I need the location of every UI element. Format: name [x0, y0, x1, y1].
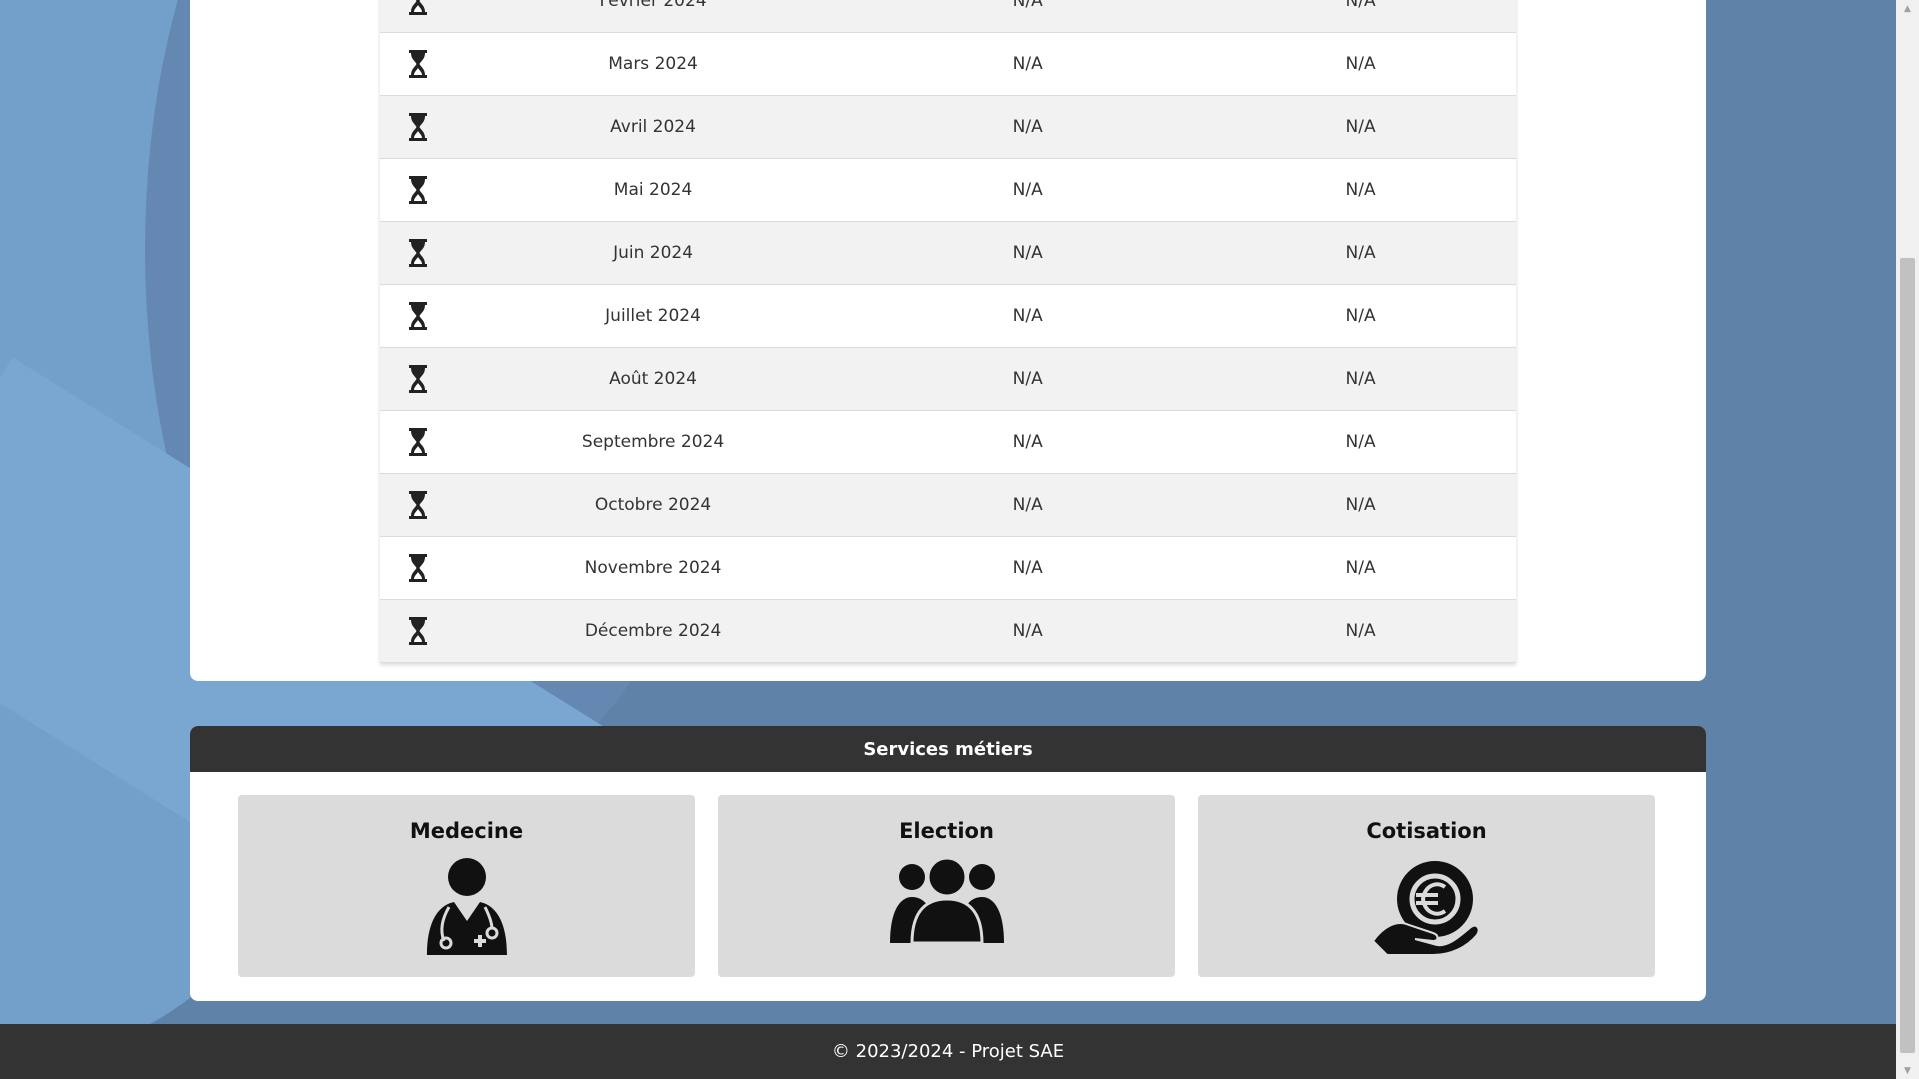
service-title: Election: [899, 819, 994, 843]
value-a-cell: N/A: [1012, 306, 1043, 326]
value-b-cell: N/A: [1345, 0, 1376, 11]
hourglass-icon: [380, 616, 456, 646]
value-b-cell: N/A: [1345, 495, 1376, 515]
month-cell: Juillet 2024: [605, 306, 701, 326]
month-cell: Décembre 2024: [584, 621, 722, 641]
footer-text: © 2023/2024 - Projet SAE: [831, 1041, 1065, 1062]
group-users-icon: [889, 857, 1004, 945]
hourglass-icon: [380, 238, 456, 268]
table-row: Août 2024 N/A N/A: [380, 348, 1516, 411]
value-b-cell: N/A: [1345, 180, 1376, 200]
value-b-cell: N/A: [1345, 117, 1376, 137]
service-title: Medecine: [409, 819, 524, 843]
month-cell: Février 2024: [599, 0, 707, 11]
value-a-cell: N/A: [1012, 180, 1043, 200]
table-row: Octobre 2024 N/A N/A: [380, 474, 1516, 537]
value-b-cell: N/A: [1345, 432, 1376, 452]
service-tile-election[interactable]: Election: [718, 795, 1175, 977]
value-b-cell: N/A: [1345, 369, 1376, 389]
service-tile-cotisation[interactable]: Cotisation: [1198, 795, 1655, 977]
hourglass-icon: [380, 175, 456, 205]
table-row: Février 2024 N/A N/A: [380, 0, 1516, 33]
value-a-cell: N/A: [1012, 558, 1043, 578]
month-cell: Juin 2024: [613, 243, 694, 263]
table-row: Mars 2024 N/A N/A: [380, 33, 1516, 96]
value-a-cell: N/A: [1012, 243, 1043, 263]
table-row: Décembre 2024 N/A N/A: [380, 600, 1516, 663]
value-a-cell: N/A: [1012, 369, 1043, 389]
scrollbar-thumb[interactable]: [1900, 258, 1915, 1053]
value-b-cell: N/A: [1345, 558, 1376, 578]
hourglass-icon: [380, 490, 456, 520]
scroll-up-arrow-icon[interactable]: ▲: [1896, 0, 1919, 17]
value-a-cell: N/A: [1012, 432, 1043, 452]
month-cell: Septembre 2024: [581, 432, 725, 452]
value-b-cell: N/A: [1345, 243, 1376, 263]
table-row: Mai 2024 N/A N/A: [380, 159, 1516, 222]
month-cell: Avril 2024: [610, 117, 696, 137]
service-title: Cotisation: [1366, 819, 1487, 843]
page-footer: © 2023/2024 - Projet SAE: [0, 1024, 1896, 1079]
service-tile-medecine[interactable]: Medecine: [238, 795, 695, 977]
doctor-icon: [426, 858, 507, 955]
hourglass-icon: [380, 112, 456, 142]
value-a-cell: N/A: [1012, 0, 1043, 11]
value-a-cell: N/A: [1012, 495, 1043, 515]
value-b-cell: N/A: [1345, 621, 1376, 641]
value-a-cell: N/A: [1012, 621, 1043, 641]
month-cell: Août 2024: [609, 369, 697, 389]
month-cell: Novembre 2024: [584, 558, 722, 578]
scroll-down-arrow-icon[interactable]: ▼: [1896, 1062, 1919, 1079]
month-cell: Mai 2024: [613, 180, 693, 200]
vertical-scrollbar[interactable]: ▲ ▼: [1896, 0, 1919, 1079]
table-row: Avril 2024 N/A N/A: [380, 96, 1516, 159]
euro-hand-icon: [1372, 861, 1480, 955]
hourglass-icon: [380, 553, 456, 583]
value-a-cell: N/A: [1012, 117, 1043, 137]
hourglass-icon: [380, 427, 456, 457]
month-cell: Mars 2024: [608, 54, 698, 74]
services-header: Services métiers: [190, 726, 1706, 772]
months-table: Février 2024 N/A N/A Mars 2024 N/A N/A A…: [380, 0, 1516, 663]
hourglass-icon: [380, 49, 456, 79]
services-panel: Services métiers Medecine Election Cotis…: [190, 726, 1706, 1001]
table-row: Septembre 2024 N/A N/A: [380, 411, 1516, 474]
hourglass-icon: [380, 301, 456, 331]
value-a-cell: N/A: [1012, 54, 1043, 74]
value-b-cell: N/A: [1345, 306, 1376, 326]
hourglass-icon: [380, 0, 456, 16]
value-b-cell: N/A: [1345, 54, 1376, 74]
hourglass-icon: [380, 364, 456, 394]
month-cell: Octobre 2024: [594, 495, 712, 515]
table-row: Novembre 2024 N/A N/A: [380, 537, 1516, 600]
table-row: Juin 2024 N/A N/A: [380, 222, 1516, 285]
table-row: Juillet 2024 N/A N/A: [380, 285, 1516, 348]
